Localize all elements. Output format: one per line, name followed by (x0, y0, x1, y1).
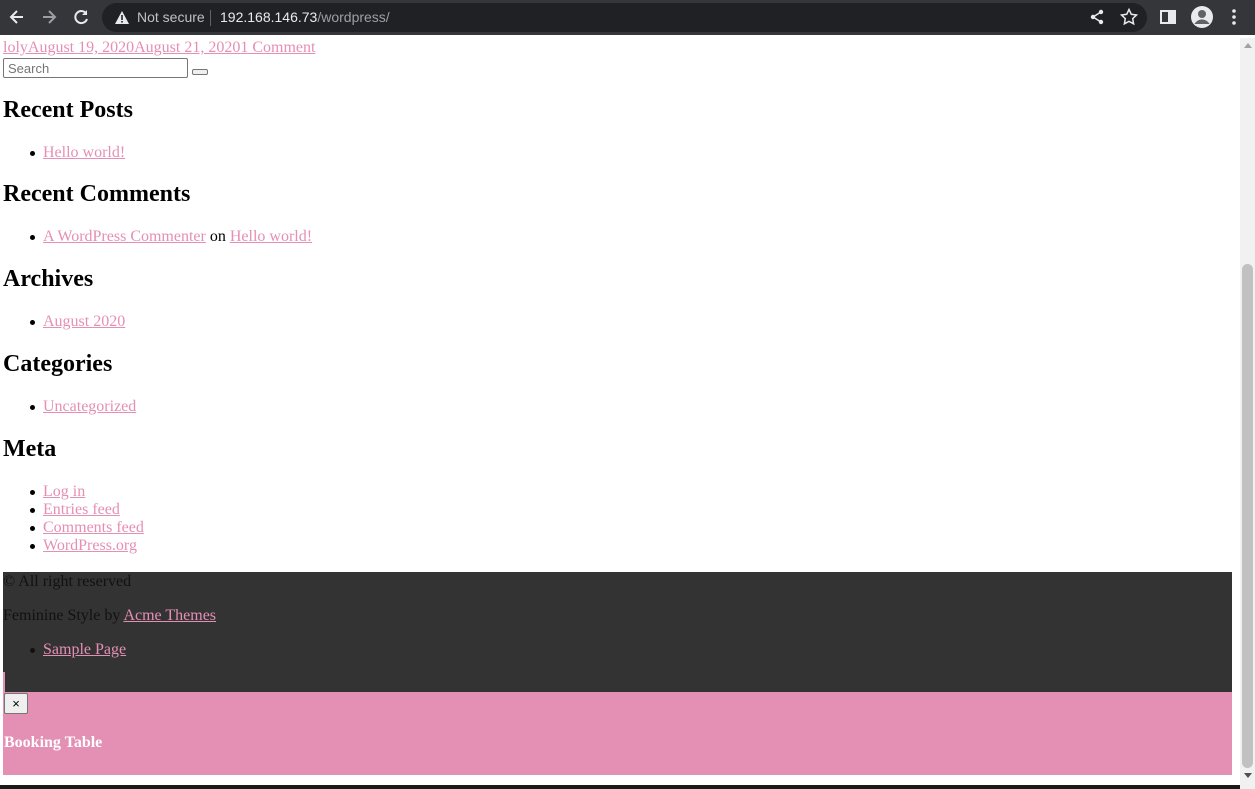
reload-icon[interactable] (71, 7, 91, 27)
acme-themes-link[interactable]: Acme Themes (123, 607, 216, 624)
list-bullet (30, 405, 35, 410)
address-bar[interactable]: Not secure 192.168.146.73/wordpress/ (102, 3, 1147, 32)
url-text[interactable]: 192.168.146.73/wordpress/ (220, 9, 390, 25)
meta-wordpress-link[interactable]: WordPress.org (43, 537, 137, 555)
booking-panel: × Booking Table (3, 692, 1232, 775)
comment-post-link[interactable]: Hello world! (230, 228, 312, 245)
warning-icon[interactable] (114, 10, 130, 25)
recent-post-link[interactable]: Hello world! (43, 144, 125, 162)
recent-posts-heading: Recent Posts (3, 97, 133, 123)
booking-title: Booking Table (4, 734, 103, 751)
back-icon[interactable] (7, 7, 27, 27)
close-button[interactable]: × (4, 693, 28, 714)
list-bullet (30, 320, 35, 325)
scroll-up-arrow-icon[interactable] (1244, 43, 1252, 48)
date-published: August 19, 2020 (27, 39, 135, 56)
post-comments-link[interactable]: 1 Comment (240, 39, 315, 56)
scrollbar-thumb[interactable] (1242, 264, 1253, 768)
categories-heading: Categories (3, 351, 113, 377)
list-bullet (30, 151, 35, 156)
scroll-down-arrow-icon[interactable] (1244, 773, 1252, 778)
meta-login-link[interactable]: Log in (43, 483, 85, 501)
forward-icon[interactable] (39, 7, 59, 27)
meta-comments-feed-link[interactable]: Comments feed (43, 519, 144, 537)
theme-credit: Feminine Style by Acme Themes (3, 607, 216, 625)
footer-accent-line (3, 672, 5, 692)
list-bullet (30, 648, 35, 653)
vertical-scrollbar[interactable] (1240, 38, 1255, 789)
security-label[interactable]: Not secure (137, 9, 205, 25)
footer-menu-sample-page[interactable]: Sample Page (43, 641, 126, 659)
page-content: lolyAugust 19, 2020August 21, 20201 Comm… (0, 38, 1240, 789)
profile-avatar-icon[interactable] (1190, 5, 1214, 29)
post-author-link[interactable]: loly (3, 39, 28, 56)
recent-comment-item: A WordPress Commenter on Hello world! (43, 228, 312, 246)
category-link[interactable]: Uncategorized (43, 398, 136, 416)
list-bullet (30, 490, 35, 495)
kebab-menu-icon[interactable] (1224, 7, 1244, 27)
search-submit-button[interactable] (192, 69, 208, 75)
side-panel-icon[interactable] (1158, 7, 1178, 27)
bookmark-star-icon[interactable] (1119, 7, 1139, 27)
copyright-text: © All right reserved (3, 573, 132, 590)
meta-entries-feed-link[interactable]: Entries feed (43, 501, 120, 519)
comment-connector: on (209, 228, 226, 245)
date-updated: August 21, 2020 (134, 39, 241, 56)
list-bullet (30, 544, 35, 549)
url-host: 192.168.146.73 (220, 9, 318, 25)
credit-prefix: Feminine Style by (3, 607, 124, 624)
search-input[interactable] (3, 58, 188, 78)
browser-toolbar: Not secure 192.168.146.73/wordpress/ (0, 0, 1255, 35)
site-footer: © All right reserved Feminine Style by A… (3, 572, 1232, 692)
list-bullet (30, 235, 35, 240)
archive-link[interactable]: August 2020 (43, 313, 125, 331)
comment-author-link[interactable]: A WordPress Commenter (43, 228, 206, 245)
url-path: /wordpress/ (317, 9, 390, 25)
bottom-edge (0, 785, 1240, 789)
recent-comments-heading: Recent Comments (3, 181, 191, 207)
omnibox-separator (210, 10, 211, 26)
list-bullet (30, 508, 35, 513)
post-date-link[interactable]: August 19, 2020August 21, 2020 (28, 39, 240, 56)
meta-heading: Meta (3, 436, 57, 462)
post-meta: lolyAugust 19, 2020August 21, 20201 Comm… (3, 39, 315, 57)
share-icon[interactable] (1087, 7, 1107, 27)
list-bullet (30, 526, 35, 531)
archives-heading: Archives (3, 266, 94, 292)
